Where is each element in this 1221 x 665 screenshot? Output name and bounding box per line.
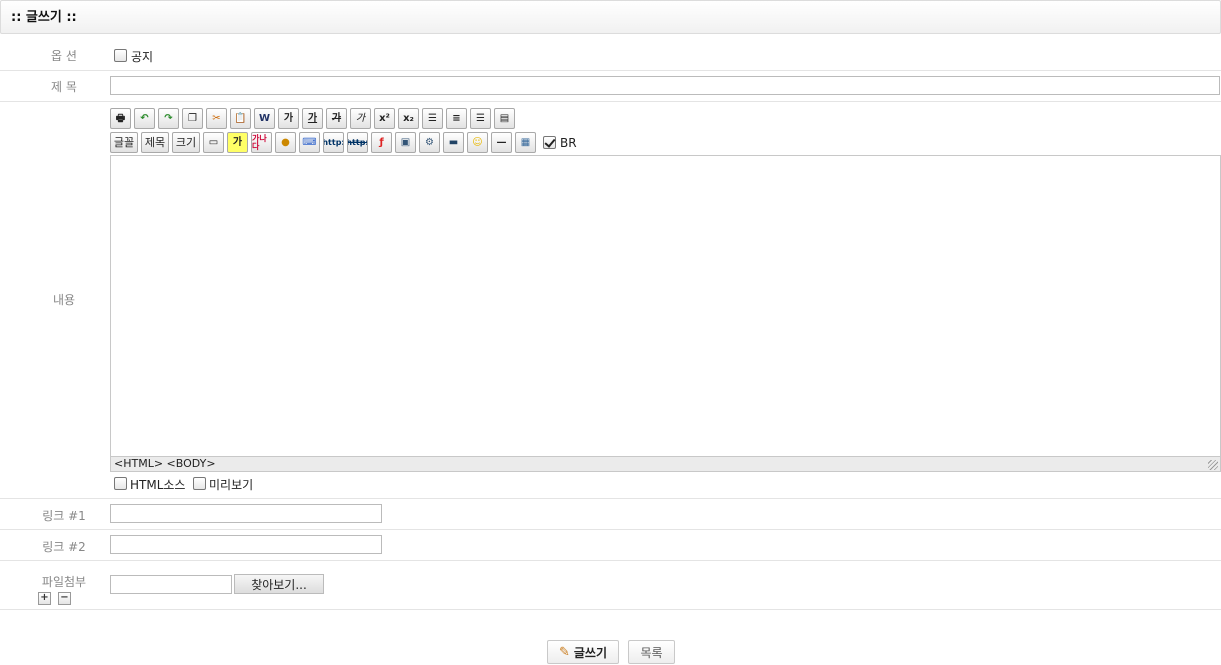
notice-label: 공지 (131, 50, 154, 64)
media-icon[interactable]: ⚙ (419, 132, 440, 153)
text-color-button[interactable]: 가 (227, 132, 248, 153)
align-right-icon[interactable]: ☰ (470, 108, 491, 129)
paste-word-icon[interactable]: W (254, 108, 275, 129)
paste-icon[interactable]: 📋 (230, 108, 251, 129)
heading-button[interactable]: 제목 (141, 132, 169, 153)
keyboard-icon[interactable]: ⌨ (299, 132, 320, 153)
option-row: 옵 션 공지 (0, 40, 1221, 71)
link1-input[interactable] (110, 504, 382, 523)
html-source-label: HTML소스 (130, 478, 186, 492)
write-button-label: 글쓰기 (573, 645, 608, 660)
font-button[interactable]: 글꼴 (110, 132, 138, 153)
print-icon[interactable]: 🖶 (110, 108, 131, 129)
list-button[interactable]: 목록 (628, 640, 675, 664)
br-label: BR (560, 135, 577, 150)
preview-label: 미리보기 (209, 478, 254, 492)
subject-row: 제 목 (0, 71, 1221, 102)
copy-icon[interactable]: ❐ (182, 108, 203, 129)
element-path: <HTML> <BODY> (114, 457, 216, 470)
file-label: 파일첨부 (41, 575, 87, 589)
bold-icon[interactable]: 가 (278, 108, 299, 129)
notice-checkbox[interactable] (114, 49, 127, 62)
add-file-button[interactable]: + (38, 592, 51, 605)
box-icon[interactable]: ▭ (203, 132, 224, 153)
editor-toolbar-row1: 🖶 ↶ ↷ ❐ ✂ 📋 W 가 가 가 가 x² x₂ ☰ ≡ ☰ ▤ (110, 108, 515, 129)
link1-row: 링크 #1 (0, 499, 1221, 530)
image-icon[interactable]: ▣ (395, 132, 416, 153)
smiley-icon[interactable]: ☺ (467, 132, 488, 153)
flash-icon[interactable]: ƒ (371, 132, 392, 153)
page-title: :: 글쓰기 :: (0, 0, 1221, 34)
redo-icon[interactable]: ↷ (158, 108, 179, 129)
editor-area[interactable]: <HTML> <BODY> (110, 155, 1221, 472)
link2-label: 링크 #2 (42, 540, 86, 554)
subject-input[interactable] (110, 76, 1220, 95)
editor-status-bar: <HTML> <BODY> (111, 456, 1220, 471)
unlink-button[interactable]: http: (347, 132, 368, 153)
undo-icon[interactable]: ↶ (134, 108, 155, 129)
underline-icon[interactable]: 가 (302, 108, 323, 129)
subject-label: 제 목 (51, 80, 77, 94)
superscript-icon[interactable]: x² (374, 108, 395, 129)
resize-grip-icon[interactable] (1208, 460, 1218, 470)
browse-button[interactable]: 찾아보기... (234, 574, 324, 594)
justify-icon[interactable]: ▤ (494, 108, 515, 129)
preview-checkbox[interactable] (193, 477, 206, 490)
link2-input[interactable] (110, 535, 382, 554)
align-left-icon[interactable]: ☰ (422, 108, 443, 129)
link-button[interactable]: http: (323, 132, 344, 153)
italic-icon[interactable]: 가 (350, 108, 371, 129)
cut-icon[interactable]: ✂ (206, 108, 227, 129)
bg-color-button[interactable]: 가나다 (251, 132, 272, 153)
size-button[interactable]: 크기 (172, 132, 200, 153)
screen-icon[interactable]: ▬ (443, 132, 464, 153)
content-label: 내용 (52, 293, 76, 307)
remove-file-button[interactable]: − (58, 592, 71, 605)
write-button[interactable]: ✎ 글쓰기 (547, 640, 619, 664)
subscript-icon[interactable]: x₂ (398, 108, 419, 129)
palette-icon[interactable]: ● (275, 132, 296, 153)
strike-icon[interactable]: 가 (326, 108, 347, 129)
br-checkbox[interactable] (543, 136, 556, 149)
link2-row: 링크 #2 (0, 530, 1221, 561)
file-path-input[interactable] (110, 575, 232, 594)
align-center-icon[interactable]: ≡ (446, 108, 467, 129)
horizontal-rule-icon[interactable]: — (491, 132, 512, 153)
file-row: 파일첨부 + − 찾아보기... (0, 561, 1221, 610)
editor-toolbar-row2: 글꼴 제목 크기 ▭ 가 가나다 ● ⌨ http: http: ƒ ▣ ⚙ ▬… (110, 132, 577, 153)
html-source-checkbox[interactable] (114, 477, 127, 490)
table-icon[interactable]: ▦ (515, 132, 536, 153)
link1-label: 링크 #1 (42, 509, 86, 523)
option-label: 옵 션 (51, 49, 77, 63)
pencil-icon: ✎ (558, 644, 570, 660)
